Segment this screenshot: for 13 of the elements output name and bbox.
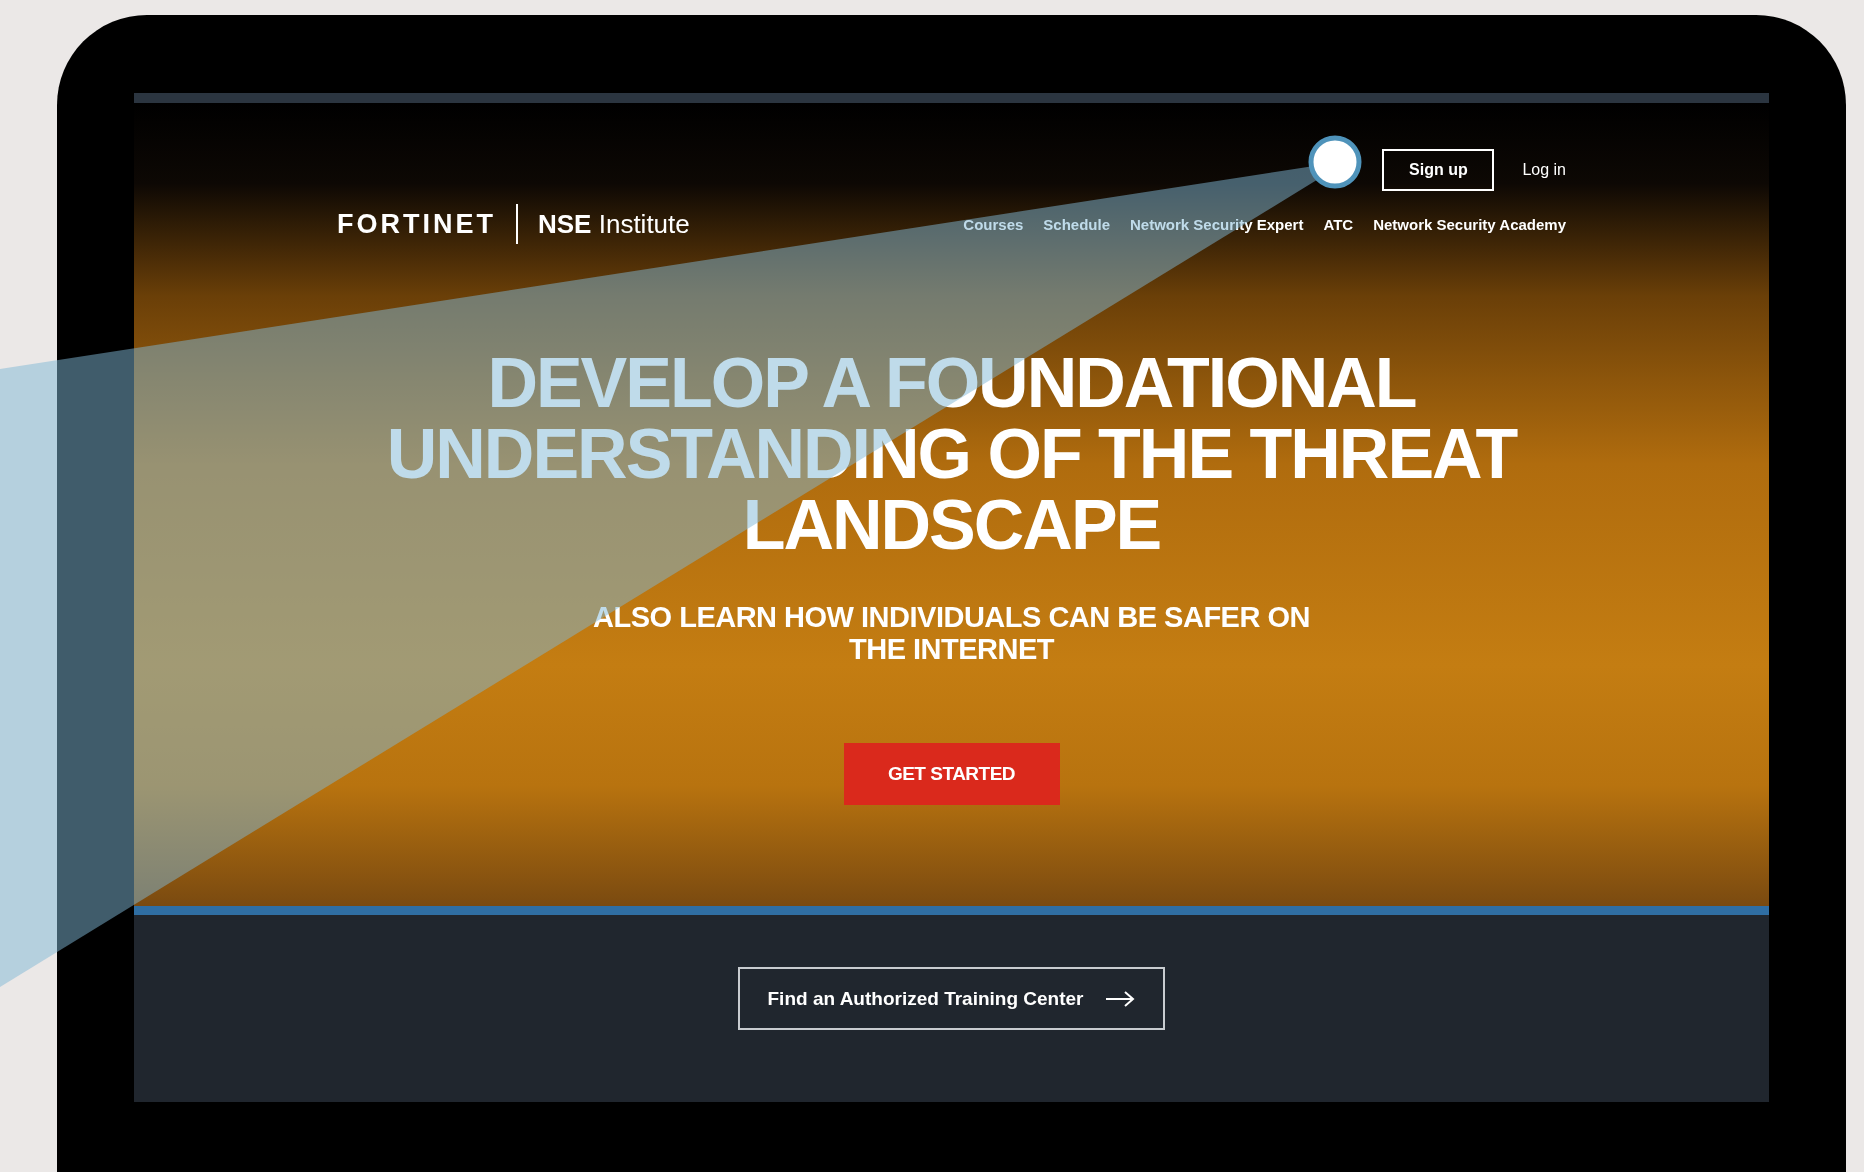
hero-subtitle: ALSO LEARN HOW INDIVIDUALS CAN BE SAFER ON THE INTERNET	[592, 601, 1311, 665]
nav-link[interactable]: Network Security Academy	[1373, 215, 1566, 233]
sign-up-button[interactable]: Sign up	[1382, 148, 1495, 191]
logo[interactable]: FORTINET	[337, 208, 496, 240]
training-center-button[interactable]: Find an Authorized Training Center	[737, 967, 1166, 1030]
nav-link[interactable]: Schedule	[1043, 215, 1110, 233]
nav-link[interactable]: ATC	[1323, 215, 1354, 233]
get-started-button[interactable]: GET STARTED	[843, 743, 1060, 805]
product-name: NSE Institute	[538, 208, 690, 240]
pointer-circle	[1308, 135, 1362, 189]
arrow-right-icon	[1105, 989, 1136, 1008]
nav-link[interactable]: Courses	[963, 215, 1024, 233]
log-in-link[interactable]: Log in	[1522, 160, 1566, 179]
